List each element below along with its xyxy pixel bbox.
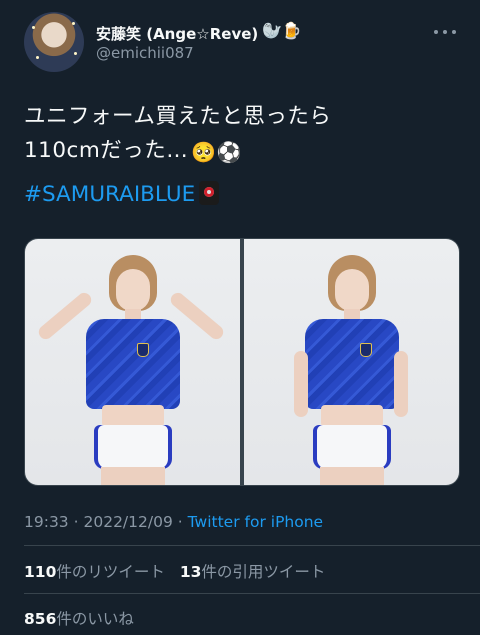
- divider: [24, 593, 480, 594]
- likes-count: 856: [24, 610, 57, 628]
- quotes-label: 件の引用ツイート: [201, 563, 326, 581]
- arm: [394, 351, 408, 417]
- likes-label: 件のいいね: [56, 610, 134, 628]
- retweets-stat[interactable]: 110件のリツイート: [24, 563, 165, 581]
- midriff: [101, 405, 164, 427]
- tweet-text-line-2-text: 110cmだった…: [24, 138, 189, 163]
- author-handle[interactable]: @emichii087: [96, 44, 194, 62]
- hashtag-line: #SAMURAIBLUE: [24, 181, 220, 207]
- japan-jersey: [304, 319, 399, 409]
- avatar[interactable]: [24, 12, 84, 72]
- retweets-label: 件のリツイート: [56, 563, 165, 581]
- tweet-text: ユニフォーム買えたと思ったら 110cmだった… 🥺⚽: [24, 100, 464, 169]
- tweet-text-line-1: ユニフォーム買えたと思ったら: [24, 104, 332, 129]
- face: [334, 269, 369, 311]
- pleading-face-and-soccer-ball-icon: 🥺⚽: [191, 140, 243, 164]
- legs: [100, 467, 165, 485]
- tweet-text-line-2: 110cmだった… 🥺⚽: [24, 134, 464, 169]
- media-grid: [24, 238, 460, 486]
- face: [115, 269, 150, 311]
- divider: [24, 545, 480, 546]
- legs: [319, 467, 384, 485]
- tweet-date[interactable]: 2022/12/09: [83, 513, 172, 531]
- jersey-crest-icon: [360, 343, 372, 357]
- retweets-count: 110: [24, 563, 57, 581]
- engagement-stats: 110件のリツイート 13件の引用ツイート: [24, 560, 335, 582]
- author-display-name[interactable]: 安藤笑 (Ange☆Reve): [96, 23, 258, 44]
- midriff: [320, 405, 383, 427]
- more-dot-icon: [452, 30, 456, 34]
- tweet-source-link[interactable]: Twitter for iPhone: [188, 513, 323, 531]
- white-shorts: [93, 425, 172, 469]
- quotes-stat[interactable]: 13件の引用ツイート: [180, 563, 326, 581]
- photo-left[interactable]: [25, 239, 240, 485]
- timestamp-separator: ·: [73, 513, 79, 531]
- jersey-crest-icon: [137, 343, 149, 357]
- flag-japan-icon: [199, 181, 220, 205]
- likes-stat[interactable]: 856件のいいね: [24, 607, 134, 629]
- japan-jersey: [85, 319, 180, 409]
- timestamp-separator: ·: [177, 513, 183, 531]
- tweet-timestamp: 19:33 · 2022/12/09 · Twitter for iPhone: [24, 513, 323, 531]
- more-dot-icon: [434, 30, 438, 34]
- quotes-count: 13: [179, 563, 202, 581]
- photo-right[interactable]: [244, 239, 459, 485]
- more-options-button[interactable]: [434, 26, 456, 38]
- tweet-time[interactable]: 19:33: [24, 513, 69, 531]
- author-emoji-badges: 🦭🍺: [262, 21, 302, 40]
- arm: [294, 351, 308, 417]
- more-dot-icon: [443, 30, 447, 34]
- white-shorts: [312, 425, 391, 469]
- hashtag-link[interactable]: #SAMURAIBLUE: [24, 182, 195, 207]
